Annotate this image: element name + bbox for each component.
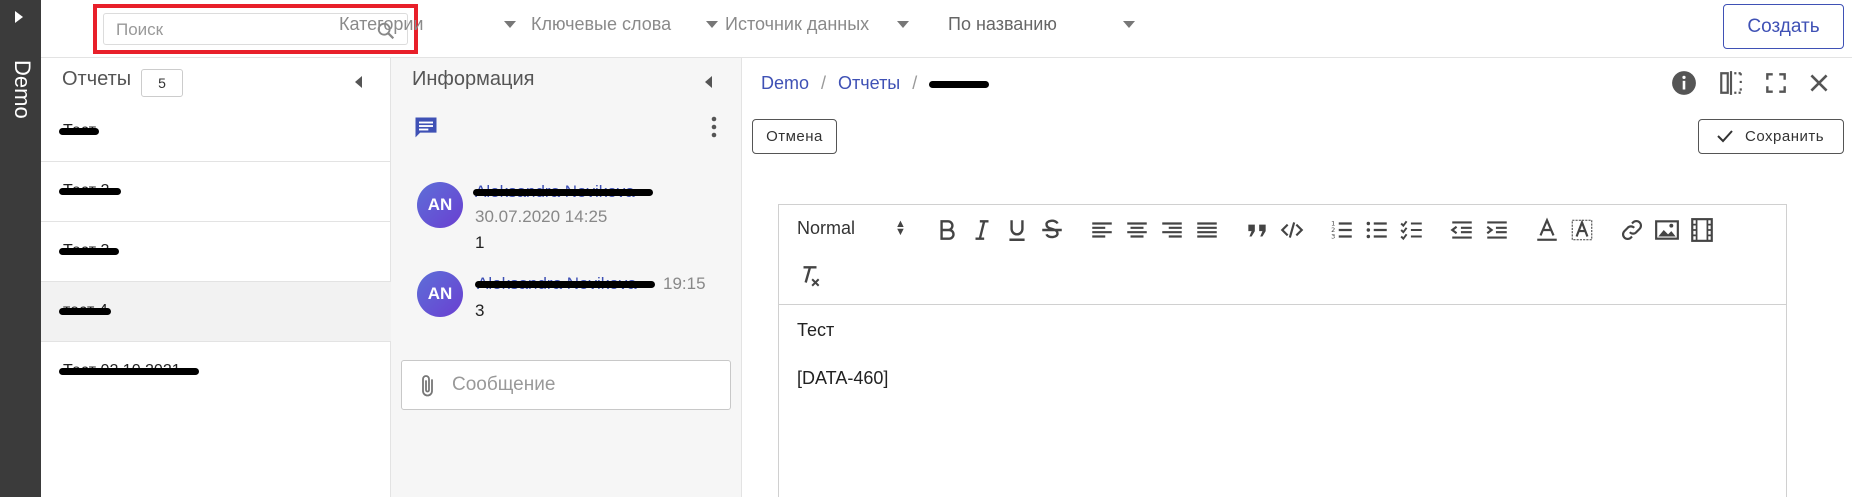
content-paragraph: Тест — [797, 320, 835, 340]
redaction-mark — [59, 308, 111, 315]
report-item[interactable]: Тест 3 — [41, 222, 391, 282]
fullscreen-icon[interactable] — [1763, 70, 1789, 96]
image-icon[interactable] — [1654, 217, 1680, 243]
report-item-selected[interactable]: тест 4 — [41, 282, 391, 342]
rich-text-editor: Normal ▲ ▼ 123 Тест [DATA-460] — [778, 204, 1787, 497]
top-bar: Категории Ключевые слова Источник данных… — [41, 0, 1852, 58]
svg-text:3: 3 — [1331, 233, 1335, 241]
filter-label: По названию — [948, 14, 1057, 34]
filter-label: Источник данных — [725, 14, 870, 34]
clear-format-icon[interactable] — [797, 263, 823, 289]
video-icon[interactable] — [1689, 217, 1715, 243]
underline-icon[interactable] — [1004, 217, 1030, 243]
breadcrumb-reports[interactable]: Отчеты — [838, 73, 900, 93]
report-item[interactable]: Тест 2 — [41, 162, 391, 222]
content-paragraph: [DATA-460] — [797, 368, 889, 388]
breadcrumb-separator: / — [912, 73, 918, 93]
info-title: Информация — [412, 68, 535, 90]
breadcrumb-current-redacted — [929, 80, 990, 88]
align-right-icon[interactable] — [1159, 217, 1185, 243]
close-icon[interactable] — [1806, 70, 1832, 96]
avatar: AN — [417, 271, 463, 317]
split-view-icon[interactable] — [1718, 70, 1744, 96]
report-item[interactable]: Тест 02.10.2021 — [41, 342, 391, 402]
filter-data-source[interactable]: Источник данных — [725, 14, 915, 38]
code-icon[interactable] — [1279, 217, 1305, 243]
chevron-down-icon — [897, 21, 909, 28]
reports-panel: Отчеты 5 Тест Тест 2 Тест 3 тест 4 Тест … — [41, 58, 391, 497]
redaction-mark — [59, 128, 99, 135]
text-color-icon[interactable] — [1534, 217, 1560, 243]
redaction-mark — [475, 281, 655, 288]
comment-icon[interactable] — [412, 114, 440, 147]
attach-icon[interactable] — [418, 373, 438, 404]
more-vert-icon[interactable] — [711, 116, 717, 143]
comment-text: 1 — [475, 233, 485, 252]
collapse-panel-icon[interactable] — [705, 76, 712, 88]
message-input[interactable] — [452, 374, 712, 396]
reports-title: Отчеты — [62, 68, 132, 90]
redaction-mark — [473, 189, 653, 196]
editor-toolbar: Normal ▲ ▼ 123 — [779, 205, 1786, 305]
bullet-list-icon[interactable] — [1364, 217, 1390, 243]
filter-label: Ключевые слова — [531, 14, 672, 34]
comment-date: 30.07.2020 14:25 — [475, 207, 608, 226]
editor-content[interactable]: Тест [DATA-460] — [797, 320, 888, 416]
editor-panel: Demo / Отчеты / Отмена Сохранить Normal ▲ ▼ — [743, 58, 1852, 497]
left-rail: Demo — [0, 0, 41, 497]
breadcrumb: Demo / Отчеты / — [761, 73, 990, 94]
chevron-down-icon — [1123, 21, 1135, 28]
rail-label: Demo — [10, 60, 35, 119]
align-center-icon[interactable] — [1124, 217, 1150, 243]
format-select[interactable]: Normal ▲ ▼ — [797, 218, 906, 239]
chevron-down-icon — [706, 21, 718, 28]
align-left-icon[interactable] — [1089, 217, 1115, 243]
filter-label: Категории — [339, 14, 424, 34]
comment-text: 3 — [475, 301, 485, 320]
redaction-mark — [59, 248, 119, 255]
indent-icon[interactable] — [1484, 217, 1510, 243]
breadcrumb-demo[interactable]: Demo — [761, 73, 809, 93]
avatar: AN — [417, 182, 463, 228]
outdent-icon[interactable] — [1449, 217, 1475, 243]
expand-arrow-icon[interactable] — [15, 11, 23, 23]
link-icon[interactable] — [1619, 217, 1645, 243]
filter-keywords[interactable]: Ключевые слова — [531, 14, 721, 38]
ordered-list-icon[interactable]: 123 — [1329, 217, 1355, 243]
align-justify-icon[interactable] — [1194, 217, 1220, 243]
filter-categories[interactable]: Категории — [339, 14, 519, 38]
italic-icon[interactable] — [969, 217, 995, 243]
sort-by-name[interactable]: По названию — [948, 14, 1138, 38]
updown-arrows-icon: ▲ ▼ — [895, 218, 906, 238]
check-icon — [1717, 129, 1733, 147]
comment-author[interactable]: Aleksandra Novikova — [473, 182, 653, 202]
strikethrough-icon[interactable] — [1039, 217, 1065, 243]
format-select-value: Normal — [797, 218, 856, 238]
report-item[interactable]: Тест — [41, 102, 391, 162]
save-label: Сохранить — [1745, 128, 1825, 145]
create-button[interactable]: Создать — [1723, 4, 1844, 49]
breadcrumb-separator: / — [821, 73, 827, 93]
comment-author[interactable]: Aleksandra Novikova — [475, 274, 655, 294]
cancel-button[interactable]: Отмена — [752, 119, 837, 154]
search-input[interactable] — [116, 20, 356, 40]
collapse-panel-icon[interactable] — [355, 76, 362, 88]
message-box — [401, 360, 731, 410]
blockquote-icon[interactable] — [1244, 217, 1270, 243]
background-color-icon[interactable] — [1569, 217, 1595, 243]
comment-date: 19:15 — [663, 274, 706, 293]
info-panel: Информация AN Aleksandra Novikova 30.07.… — [391, 58, 742, 497]
chevron-down-icon — [504, 21, 516, 28]
redaction-mark — [59, 188, 121, 195]
checklist-icon[interactable] — [1399, 217, 1425, 243]
redaction-mark — [59, 368, 199, 375]
bold-icon[interactable] — [934, 217, 960, 243]
reports-count-badge: 5 — [141, 69, 183, 97]
save-button[interactable]: Сохранить — [1698, 119, 1844, 154]
info-icon[interactable] — [1671, 70, 1697, 96]
